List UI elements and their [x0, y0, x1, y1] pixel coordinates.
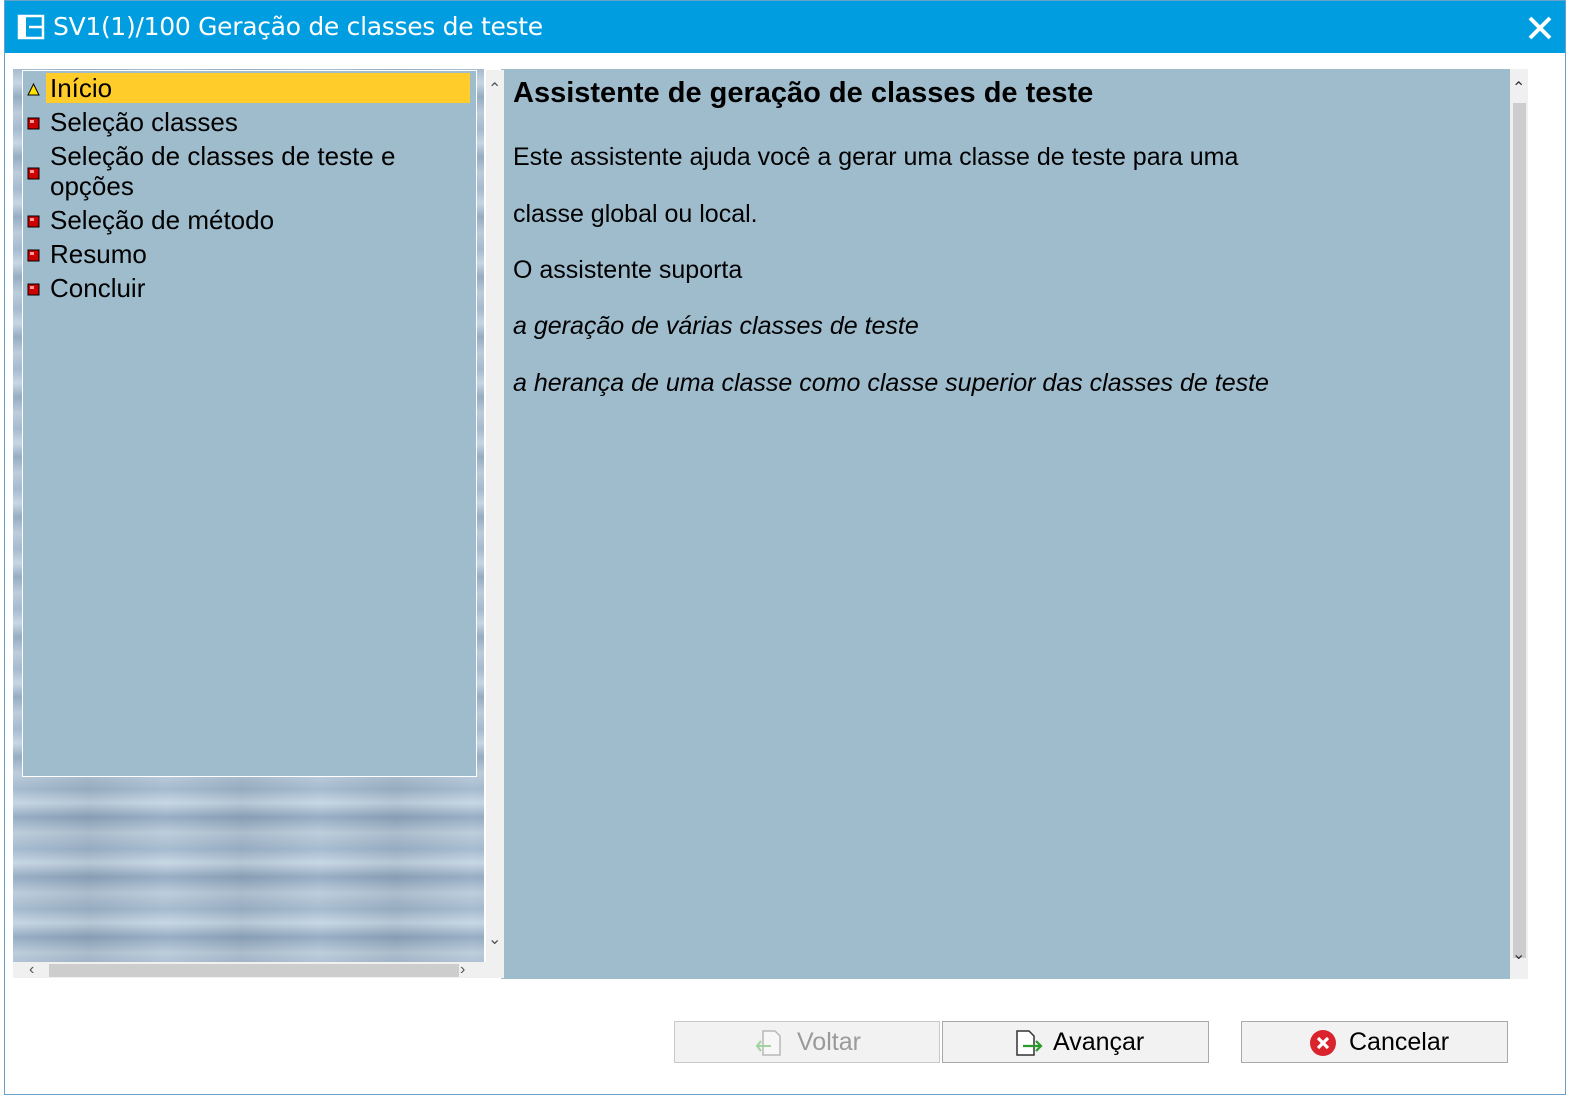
step-label-continuation: opções: [50, 171, 134, 201]
content-text: O assistente suporta: [513, 256, 743, 284]
content-text: classe global ou local.: [513, 200, 758, 228]
scroll-thumb[interactable]: [49, 964, 459, 977]
cancel-icon: [1310, 1030, 1336, 1056]
window-title: SV1(1)/100 Geração de classes de teste: [53, 12, 543, 41]
scroll-up-icon[interactable]: ⌃: [488, 82, 501, 98]
tree-horizontal-scrollbar[interactable]: ‹ ›: [13, 962, 504, 978]
content-panel: Assistente de geração de classes de test…: [501, 69, 1510, 979]
cancel-button[interactable]: Cancelar: [1241, 1021, 1508, 1063]
red-square-icon: [27, 283, 40, 296]
step-label: Resumo: [50, 239, 147, 269]
content-heading: Assistente de geração de classes de test…: [513, 77, 1094, 109]
scroll-left-icon[interactable]: ‹: [29, 962, 34, 978]
red-square-icon: [27, 215, 40, 228]
scroll-down-icon[interactable]: ⌄: [1512, 947, 1525, 963]
content-text: Este assistente ajuda você a gerar uma c…: [513, 143, 1239, 171]
step-label: Seleção classes: [50, 107, 238, 137]
step-label: Início: [46, 73, 470, 103]
step-label: Seleção de classes de teste e: [50, 141, 396, 171]
scroll-up-icon[interactable]: ⌃: [1512, 81, 1525, 97]
scroll-right-icon[interactable]: ›: [460, 962, 465, 978]
step-label: Concluir: [50, 273, 146, 303]
title-bar: SV1(1)/100 Geração de classes de teste: [5, 1, 1565, 53]
step-tree: Início Seleção classes Seleção de classe…: [22, 70, 477, 777]
red-square-icon: [27, 167, 40, 180]
cancel-button-label: Cancelar: [1349, 1028, 1450, 1056]
red-square-icon: [27, 117, 40, 130]
back-arrow-icon: [755, 1030, 781, 1056]
content-text: a herança de uma classe como classe supe…: [513, 369, 1269, 397]
back-button-label: Voltar: [797, 1028, 861, 1056]
window-menu-icon[interactable]: [17, 13, 45, 41]
back-button[interactable]: Voltar: [674, 1021, 940, 1063]
next-button[interactable]: Avançar: [942, 1021, 1209, 1063]
tree-vertical-scrollbar[interactable]: ⌃ ⌄: [486, 70, 504, 963]
next-button-label: Avançar: [1053, 1028, 1145, 1056]
forward-arrow-icon: [1016, 1030, 1043, 1056]
scroll-down-icon[interactable]: ⌄: [488, 932, 501, 948]
content-text: a geração de várias classes de teste: [513, 312, 919, 340]
step-label: Seleção de método: [50, 205, 275, 235]
wizard-dialog: SV1(1)/100 Geração de classes de teste I…: [4, 0, 1566, 1095]
close-icon[interactable]: [1523, 11, 1557, 45]
scroll-thumb[interactable]: [1513, 103, 1526, 958]
red-square-icon: [27, 249, 40, 262]
content-vertical-scrollbar[interactable]: ⌃ ⌄: [1510, 69, 1528, 979]
yellow-triangle-icon: [27, 83, 40, 96]
